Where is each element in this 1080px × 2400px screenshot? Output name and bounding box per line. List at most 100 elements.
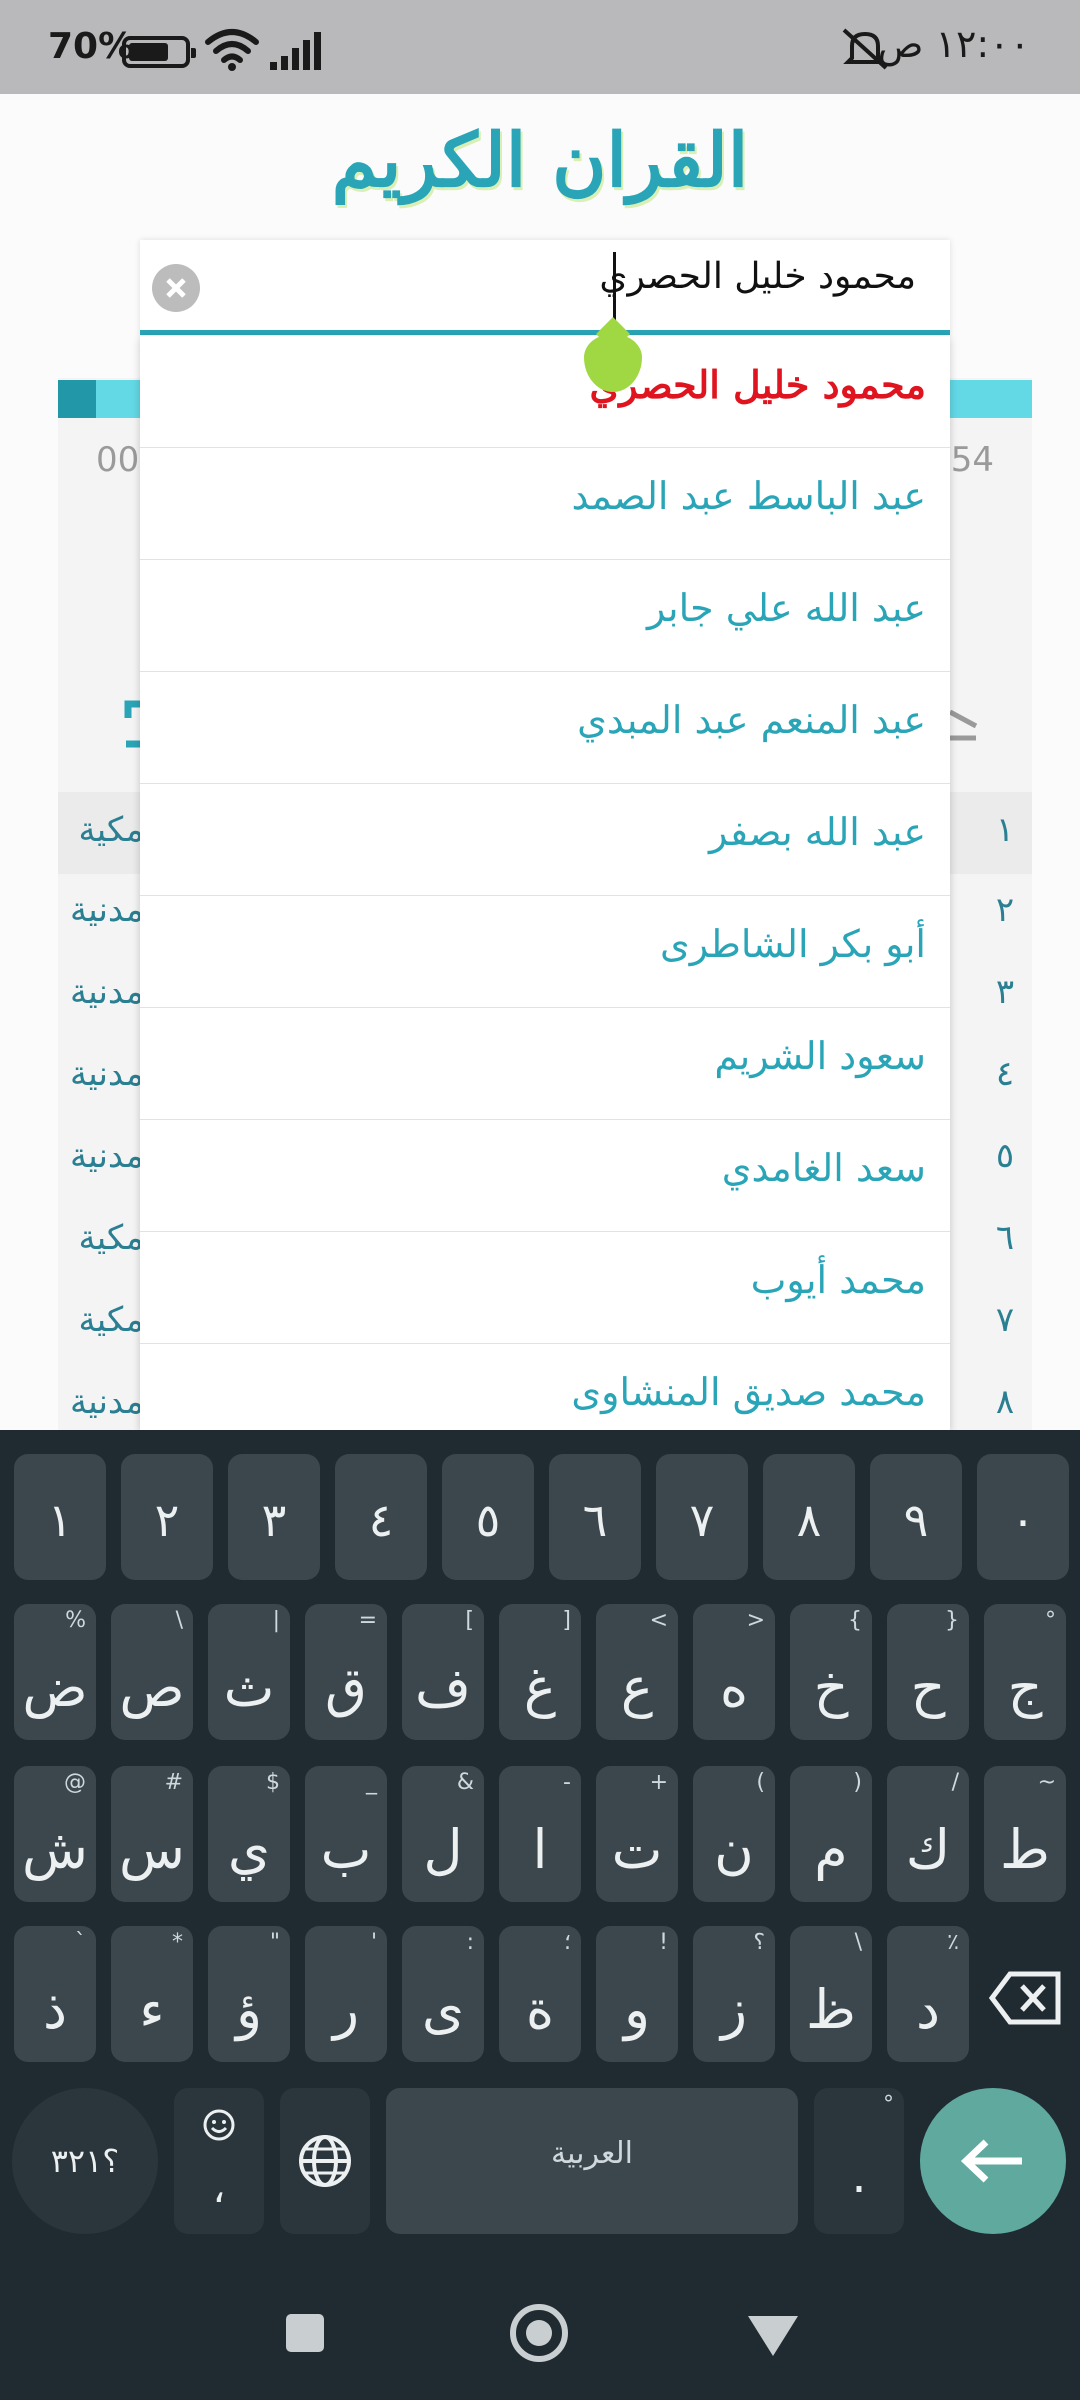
key-hint: > <box>746 1608 765 1633</box>
reciter-name: عبد الله بصفر <box>708 810 926 854</box>
number-key[interactable]: ٦ <box>549 1454 641 1580</box>
letter-key[interactable]: ' ر <box>305 1926 387 2062</box>
suggestion-dropdown: محمود خليل الحصري عبد الباسط عبد الصمد عبد… <box>140 336 950 1430</box>
number-key[interactable]: ٤ <box>335 1454 427 1580</box>
reciter-suggestion-item[interactable]: محمد أيوب <box>140 1232 950 1344</box>
key-hint: ( <box>756 1770 765 1795</box>
letter-key[interactable]: (ن <box>693 1766 775 1902</box>
number-key[interactable]: ٢ <box>121 1454 213 1580</box>
key-label: ز <box>720 1978 748 2041</box>
number-key[interactable]: ٠ <box>977 1454 1069 1580</box>
number-key[interactable]: ٥ <box>442 1454 534 1580</box>
wifi-icon <box>205 29 259 71</box>
period-key[interactable]: ° . <box>814 2088 904 2234</box>
letter-key[interactable]: & ل <box>402 1766 484 1902</box>
reciter-suggestion-item[interactable]: محمد صديق المنشاوى <box>140 1344 950 1430</box>
letter-key[interactable]: % ض <box>14 1604 96 1740</box>
home-button[interactable] <box>510 2304 568 2362</box>
close-icon <box>166 278 186 298</box>
letter-key[interactable]: $ ي <box>208 1766 290 1902</box>
letter-key[interactable]: " ؤ <box>208 1926 290 2062</box>
letter-key[interactable]: } ح <box>887 1604 969 1740</box>
key-hint: ` <box>75 1930 86 1955</box>
letter-key[interactable]: | ث <box>208 1604 290 1740</box>
reciter-suggestion-item[interactable]: عبد الله علي جابر <box>140 560 950 672</box>
letter-key[interactable]: :ى <box>402 1926 484 2062</box>
reciter-search-box[interactable]: محمود خليل الحصري <box>140 240 950 336</box>
letter-key[interactable]: + ت <box>596 1766 678 1902</box>
globe-icon <box>299 2135 351 2187</box>
letter-key[interactable]: ° ج <box>984 1604 1066 1740</box>
sura-revelation-type: مدنية <box>69 1382 144 1422</box>
letter-key[interactable]: ` ذ <box>14 1926 96 2062</box>
key-label: ع <box>620 1656 654 1719</box>
letter-key[interactable]: [ف <box>402 1604 484 1740</box>
reciter-suggestion-item[interactable]: عبد المنعم عبد المبدي <box>140 672 950 784</box>
reciter-suggestion-item[interactable]: عبد الباسط عبد الصمد <box>140 448 950 560</box>
key-label: ٨ <box>796 1493 822 1547</box>
key-label: غ <box>523 1656 557 1719</box>
letter-key[interactable]: \ ظ <box>790 1926 872 2062</box>
letter-key[interactable]: ؛ ة <box>499 1926 581 2062</box>
number-key[interactable]: ٩ <box>870 1454 962 1580</box>
comma-key-label: ، <box>212 2166 226 2212</box>
sura-revelation-type: مدنية <box>69 890 144 930</box>
letter-key[interactable]: = ق <box>305 1604 387 1740</box>
letter-key[interactable]: {خ <box>790 1604 872 1740</box>
key-hint: @ <box>64 1770 86 1795</box>
letter-key[interactable]: * ء <box>111 1926 193 2062</box>
language-key[interactable] <box>280 2088 370 2234</box>
letter-key[interactable]: @ ش <box>14 1766 96 1902</box>
recents-button[interactable] <box>286 2314 324 2352</box>
reciter-suggestion-item[interactable]: عبد الله بصفر <box>140 784 950 896</box>
reciter-name: أبو بكر الشاطرى <box>659 922 926 966</box>
key-hint: $ <box>266 1770 280 1795</box>
key-hint: - <box>563 1770 571 1795</box>
key-label: ؤ <box>235 1978 263 2041</box>
key-hint: ) <box>853 1770 862 1795</box>
enter-key[interactable] <box>920 2088 1066 2234</box>
number-key[interactable]: ١ <box>14 1454 106 1580</box>
key-label: ٢ <box>154 1493 180 1547</box>
reciter-name: محمد أيوب <box>750 1258 926 1302</box>
letter-key[interactable]: ] غ <box>499 1604 581 1740</box>
letter-key[interactable]: # س <box>111 1766 193 1902</box>
search-input[interactable]: محمود خليل الحصري <box>599 256 916 297</box>
letter-key[interactable]: ! و <box>596 1926 678 2062</box>
reciter-suggestion-item[interactable]: سعد الغامدي <box>140 1120 950 1232</box>
letter-key[interactable]: > ه <box>693 1604 775 1740</box>
key-label: ك <box>905 1818 951 1881</box>
letter-key[interactable]: ) م <box>790 1766 872 1902</box>
letter-key[interactable]: -ا <box>499 1766 581 1902</box>
letter-key[interactable]: / ك <box>887 1766 969 1902</box>
key-label: ت <box>611 1818 663 1881</box>
reciter-name: عبد الله علي جابر <box>647 586 926 630</box>
backspace-key[interactable] <box>980 1926 1070 2072</box>
key-hint: ] <box>562 1608 571 1633</box>
letter-key[interactable]: ~ ط <box>984 1766 1066 1902</box>
clear-search-button[interactable] <box>152 264 200 312</box>
number-key[interactable]: ٧ <box>656 1454 748 1580</box>
letter-key[interactable]: _ ب <box>305 1766 387 1902</box>
key-label: ش <box>22 1818 88 1881</box>
letter-key[interactable]: \ ص <box>111 1604 193 1740</box>
sura-revelation-type: مكية <box>78 1300 144 1340</box>
reciter-suggestion-item[interactable]: محمود خليل الحصري <box>140 336 950 448</box>
letter-key[interactable]: ؟ ز <box>693 1926 775 2062</box>
number-key[interactable]: ٨ <box>763 1454 855 1580</box>
number-key[interactable]: ٣ <box>228 1454 320 1580</box>
symbols-key[interactable]: ؟٣٢١ <box>12 2088 158 2234</box>
letter-key[interactable]: ٪ د <box>887 1926 969 2062</box>
reciter-suggestion-item[interactable]: أبو بكر الشاطرى <box>140 896 950 1008</box>
key-hint: { <box>848 1608 862 1633</box>
signal-icon <box>270 32 321 70</box>
letter-key[interactable]: < ع <box>596 1604 678 1740</box>
reciter-suggestion-item[interactable]: سعود الشريم <box>140 1008 950 1120</box>
comma-key[interactable]: ، <box>174 2088 264 2234</box>
key-hint: = <box>358 1608 377 1633</box>
back-button[interactable] <box>748 2316 798 2356</box>
sort-icon[interactable] <box>946 706 980 744</box>
space-key[interactable]: العربية <box>386 2088 798 2234</box>
period-key-label: . <box>851 2148 867 2204</box>
key-label: ٦ <box>582 1493 608 1547</box>
